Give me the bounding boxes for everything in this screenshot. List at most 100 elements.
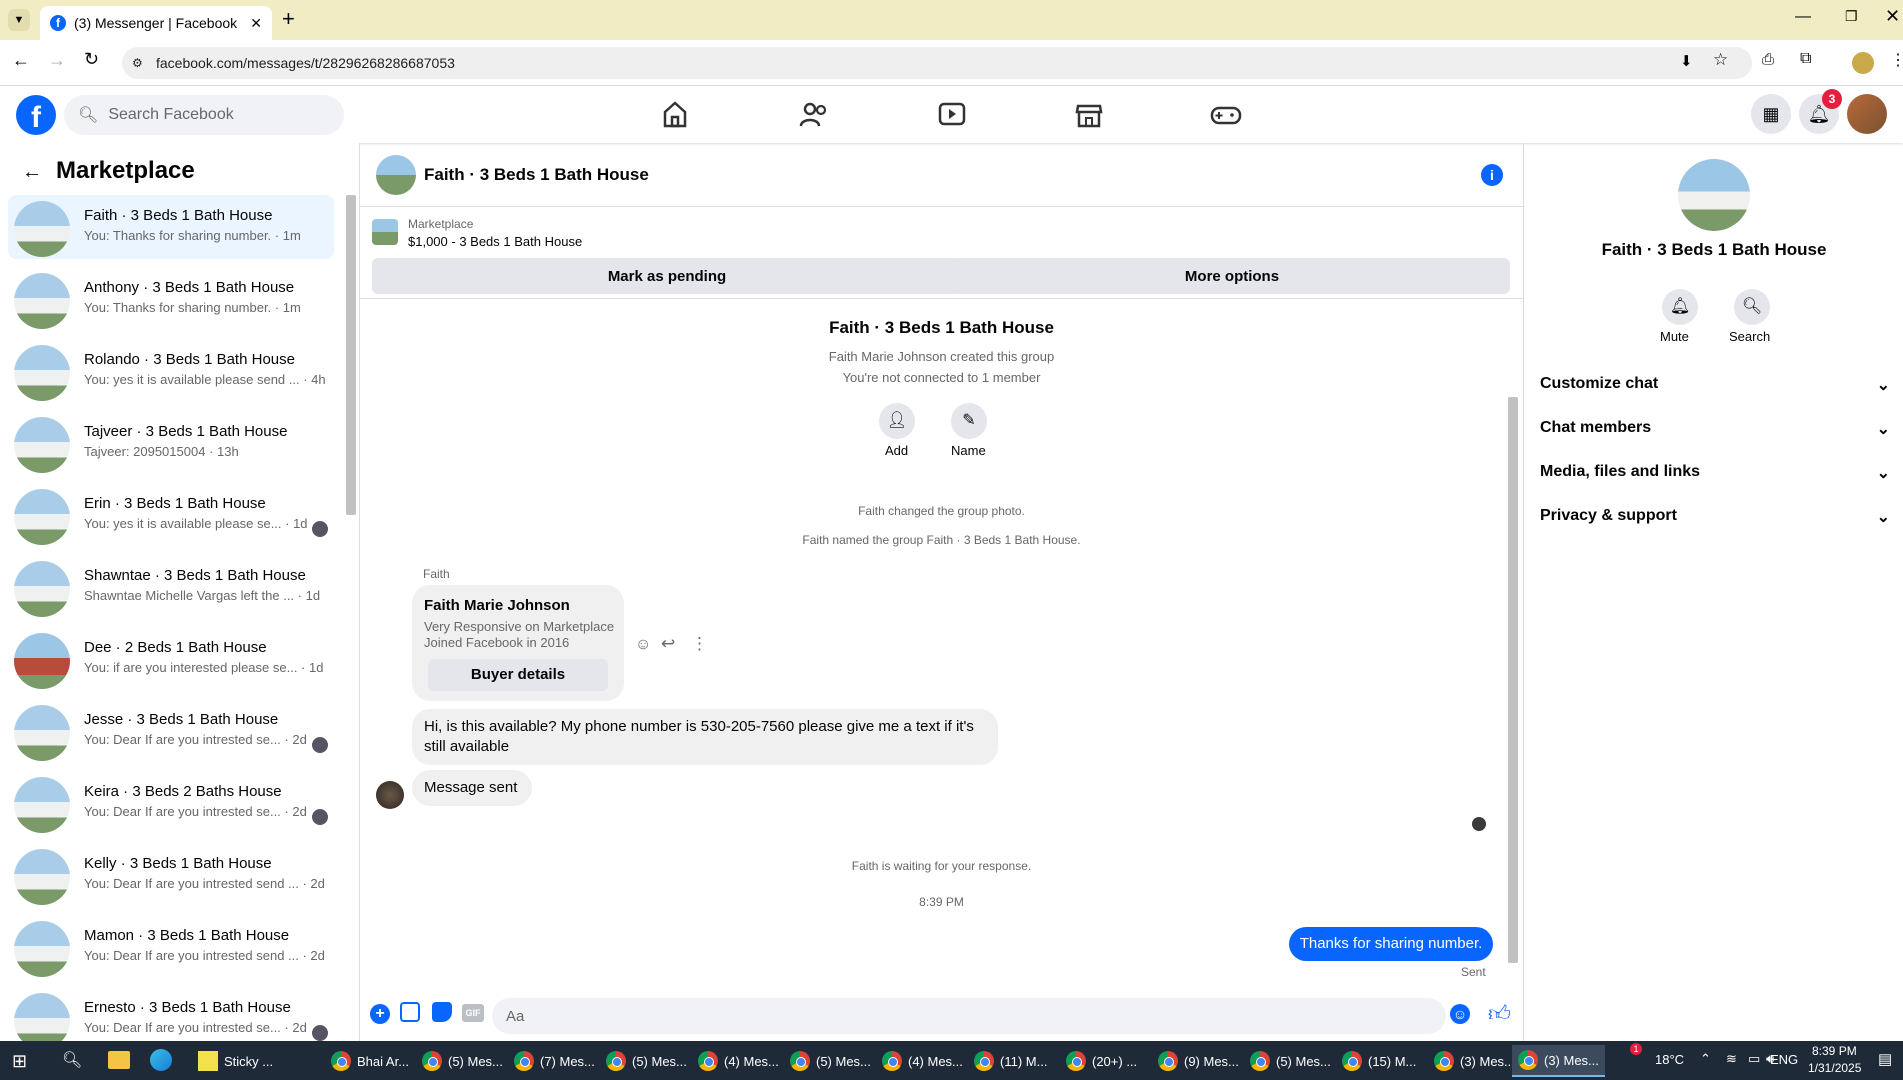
menu-icon[interactable]: ⋮ — [1890, 50, 1903, 70]
react-smiley-icon[interactable]: ☺ — [635, 636, 651, 654]
clock-time[interactable]: 8:39 PM — [1812, 1044, 1857, 1058]
info-section[interactable]: Customize chat ⌄ — [1540, 375, 1890, 395]
buyer-details-button[interactable]: Buyer details — [428, 659, 608, 691]
site-info-icon[interactable]: ⚙ — [132, 56, 143, 70]
taskbar-app[interactable]: (5) Mes... — [416, 1045, 509, 1077]
taskbar-app[interactable]: Bhai Ar... — [325, 1045, 415, 1077]
tray-chevron-icon[interactable]: ⌃ — [1700, 1051, 1711, 1067]
taskbar-app[interactable]: (15) M... — [1336, 1045, 1422, 1077]
conversation-item[interactable]: Shawntae · 3 Beds 1 Bath House Shawntae M… — [8, 555, 334, 619]
plus-icon[interactable]: + — [370, 1004, 390, 1024]
back-icon[interactable]: ← — [12, 50, 30, 71]
my-message-bubble[interactable]: Thanks for sharing number. — [1289, 927, 1493, 961]
tab-search-icon[interactable]: ▼ — [8, 9, 30, 31]
info-section[interactable]: Media, files and links ⌄ — [1540, 463, 1890, 483]
conversation-item[interactable]: Mamon · 3 Beds 1 Bath House You: Dear If … — [8, 915, 334, 979]
conversation-item[interactable]: Keira · 3 Beds 2 Baths House You: Dear If… — [8, 771, 334, 835]
conversation-item[interactable]: Rolando · 3 Beds 1 Bath House You: yes it… — [8, 339, 334, 403]
language-indicator[interactable]: ENG — [1770, 1052, 1798, 1067]
video-icon[interactable] — [934, 98, 970, 132]
like-thumb-icon[interactable]: 👍︎ — [1488, 1000, 1511, 1027]
conversation-item[interactable]: Tajveer · 3 Beds 1 Bath House Tajveer: 20… — [8, 411, 334, 475]
message-input[interactable]: Aa — [492, 998, 1446, 1034]
taskbar-app[interactable]: (5) Mes... — [1244, 1045, 1337, 1077]
taskbar-app[interactable]: (3) Mes... — [1428, 1045, 1521, 1077]
conversation-item[interactable]: Erin · 3 Beds 1 Bath House You: yes it is… — [8, 483, 334, 547]
gif-icon[interactable]: GIF — [462, 1004, 484, 1022]
home-icon[interactable] — [657, 98, 693, 132]
sticker-icon[interactable] — [432, 1002, 452, 1022]
weather-text[interactable]: 18°C — [1655, 1052, 1684, 1067]
close-tab-icon[interactable]: ✕ — [250, 15, 262, 32]
reload-icon[interactable]: ↻ — [84, 49, 99, 70]
taskbar-app[interactable]: (5) Mes... — [784, 1045, 877, 1077]
minimize-icon[interactable]: — — [1795, 8, 1811, 26]
clock-date[interactable]: 1/31/2025 — [1808, 1061, 1861, 1075]
taskbar-app[interactable]: (7) Mes... — [508, 1045, 601, 1077]
conversation-item[interactable]: Anthony · 3 Beds 1 Bath House You: Thanks… — [8, 267, 334, 331]
message-bubble[interactable]: Hi, is this available? My phone number i… — [412, 709, 998, 765]
rename-button[interactable]: ✎ — [951, 403, 987, 439]
taskbar-app[interactable]: (4) Mes... — [692, 1045, 785, 1077]
pencil-icon: ✎ — [962, 412, 976, 429]
info-section[interactable]: Privacy & support ⌄ — [1540, 507, 1890, 527]
taskbar-app[interactable]: (5) Mes... — [600, 1045, 693, 1077]
battery-icon[interactable]: ▭ — [1748, 1051, 1760, 1067]
conversation-item[interactable]: Kelly · 3 Beds 1 Bath House You: Dear If … — [8, 843, 334, 907]
add-member-button[interactable]: 👤︎ — [879, 403, 915, 439]
conversation-item[interactable]: Faith · 3 Beds 1 Bath House You: Thanks f… — [8, 195, 334, 259]
scrollbar[interactable] — [346, 195, 356, 515]
emoji-icon[interactable]: ☺ — [1450, 1004, 1470, 1024]
bookmark-star-icon[interactable]: ☆ — [1713, 50, 1728, 70]
conversation-name: Anthony · 3 Beds 1 Bath House — [84, 279, 295, 296]
conversation-item[interactable]: Dee · 2 Beds 1 Bath House You: if are you… — [8, 627, 334, 691]
taskbar-app[interactable]: Sticky ... — [192, 1045, 279, 1077]
address-bar[interactable]: ⚙ facebook.com/messages/t/28296268286687… — [122, 47, 1752, 79]
gaming-icon[interactable] — [1208, 98, 1244, 132]
search-input[interactable]: 🔍︎ Search Facebook — [64, 95, 344, 135]
chat-title[interactable]: Faith · 3 Beds 1 Bath House — [424, 165, 649, 185]
new-tab-icon[interactable]: + — [282, 6, 295, 32]
file-explorer-icon[interactable] — [108, 1051, 130, 1069]
taskbar-search-icon[interactable]: 🔍︎ — [62, 1050, 82, 1070]
marketplace-icon[interactable] — [1071, 98, 1107, 132]
taskbar-app[interactable]: (20+) ... — [1060, 1045, 1143, 1077]
chat-scrollbar[interactable] — [1508, 397, 1518, 963]
edge-icon[interactable] — [150, 1049, 172, 1071]
friends-icon[interactable] — [796, 98, 832, 132]
message-bubble[interactable]: Message sent — [412, 770, 532, 806]
restore-icon[interactable]: ❐ — [1845, 8, 1858, 25]
profile-icon[interactable] — [1852, 52, 1874, 74]
menu-grid-icon[interactable]: ▦ — [1751, 94, 1791, 134]
windows-start-icon[interactable]: ⊞ — [12, 1051, 27, 1072]
info-icon[interactable]: i — [1481, 164, 1503, 186]
close-window-icon[interactable]: ✕ — [1885, 6, 1900, 27]
more-options-button[interactable]: More options — [954, 258, 1510, 294]
notification-center-icon[interactable]: ▤ — [1878, 1050, 1892, 1068]
back-arrow-icon[interactable]: ← — [22, 161, 42, 184]
mark-as-pending-button[interactable]: Mark as pending — [372, 258, 962, 294]
taskbar-app[interactable]: (4) Mes... — [876, 1045, 969, 1077]
listing-title[interactable]: $1,000 - 3 Beds 1 Bath House — [408, 234, 582, 249]
reply-icon[interactable]: ↩ — [661, 634, 675, 654]
taskbar-app[interactable]: (3) Mes... — [1512, 1045, 1605, 1077]
info-section[interactable]: Chat members ⌄ — [1540, 419, 1890, 439]
browser-tab[interactable]: f (3) Messenger | Facebook ✕ — [40, 6, 272, 40]
taskbar-app[interactable]: (9) Mes... — [1152, 1045, 1245, 1077]
conversation-item[interactable]: Jesse · 3 Beds 1 Bath House You: Dear If … — [8, 699, 334, 763]
printer-icon[interactable]: ⎙ — [1762, 51, 1774, 68]
taskbar-app[interactable]: (11) M... — [968, 1045, 1053, 1077]
wifi-icon[interactable]: ≋ — [1726, 1051, 1737, 1067]
search-conversation-button[interactable]: 🔍︎ — [1734, 289, 1770, 325]
install-icon[interactable]: ⬇ — [1680, 52, 1693, 70]
conversation-preview: You: Thanks for sharing number. · 1m — [84, 228, 301, 243]
facebook-logo-icon[interactable]: f — [16, 95, 56, 135]
conversation-item[interactable]: Ernesto · 3 Beds 1 Bath House You: Dear I… — [8, 987, 334, 1041]
extensions-icon[interactable]: ⧉ — [1800, 50, 1811, 68]
more-actions-icon[interactable]: ⋮ — [691, 634, 708, 654]
taskbar-app-label: (3) Mes... — [1544, 1052, 1599, 1068]
forward-icon[interactable]: → — [48, 50, 66, 71]
account-avatar[interactable] — [1847, 94, 1887, 134]
photo-icon[interactable] — [400, 1002, 420, 1022]
mute-button[interactable]: 🔔︎ — [1662, 289, 1698, 325]
